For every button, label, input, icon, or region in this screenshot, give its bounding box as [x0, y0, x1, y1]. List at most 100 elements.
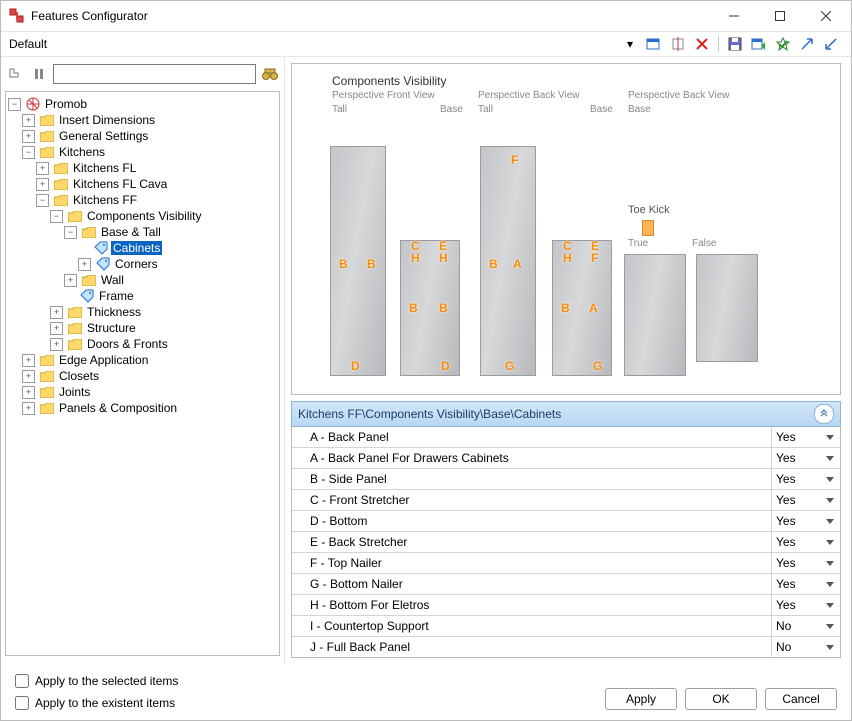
property-value-select[interactable]: Yes — [771, 574, 840, 594]
property-label: E - Back Stretcher — [292, 535, 771, 549]
expander-icon[interactable]: + — [50, 322, 63, 335]
tree-item-structure[interactable]: Structure — [85, 321, 138, 335]
tree-item-joints[interactable]: Joints — [57, 385, 92, 399]
tree-item-panels-composition[interactable]: Panels & Composition — [57, 401, 179, 415]
folder-icon — [39, 368, 55, 384]
property-value-select[interactable]: Yes — [771, 553, 840, 573]
tree-item-doors-fronts[interactable]: Doors & Fronts — [85, 337, 170, 351]
tree-item-thickness[interactable]: Thickness — [85, 305, 143, 319]
apply-selected-label: Apply to the selected items — [35, 674, 178, 688]
property-row: J - Full Back PanelNo — [292, 637, 840, 657]
toekick-true: True — [628, 238, 648, 249]
breadcrumb-bar: Kitchens FF\Components Visibility\Base\C… — [291, 401, 841, 427]
tree-item-kitchens-ff[interactable]: Kitchens FF — [71, 193, 139, 207]
property-value-select[interactable]: Yes — [771, 427, 840, 447]
tree-item-kitchens[interactable]: Kitchens — [57, 145, 107, 159]
window-minimize-button[interactable] — [711, 1, 757, 31]
property-label: D - Bottom — [292, 514, 771, 528]
titlebar: Features Configurator — [1, 1, 851, 32]
folder-icon — [67, 208, 83, 224]
cabinet-tall-front: BB D — [330, 146, 386, 376]
tree-root[interactable]: Promob — [43, 97, 89, 111]
tree-item-cabinets[interactable]: Cabinets — [111, 241, 162, 255]
folder-icon — [39, 112, 55, 128]
expander-icon[interactable]: − — [50, 210, 63, 223]
expander-icon[interactable]: + — [50, 306, 63, 319]
expander-icon[interactable]: + — [22, 114, 35, 127]
window-close-button[interactable] — [803, 1, 849, 31]
tree-expand-icon[interactable] — [5, 64, 25, 84]
expander-icon[interactable]: + — [22, 386, 35, 399]
tree-item-general-settings[interactable]: General Settings — [57, 129, 150, 143]
tree-item-corners[interactable]: Corners — [113, 257, 160, 271]
expander-icon[interactable]: − — [36, 194, 49, 207]
expander-icon[interactable]: + — [78, 258, 91, 271]
property-row: C - Front StretcherYes — [292, 490, 840, 511]
expander-icon[interactable]: + — [36, 162, 49, 175]
folder-icon — [81, 272, 97, 288]
expander-icon[interactable]: + — [22, 354, 35, 367]
tree-item-wall[interactable]: Wall — [99, 273, 126, 287]
expander-icon[interactable]: − — [22, 146, 35, 159]
tree-item-frame[interactable]: Frame — [97, 289, 136, 303]
save-icon[interactable] — [725, 34, 745, 54]
collapse-panel-icon[interactable] — [814, 404, 834, 424]
property-label: C - Front Stretcher — [292, 493, 771, 507]
cancel-button[interactable]: Cancel — [765, 688, 837, 710]
property-value-select[interactable]: Yes — [771, 595, 840, 615]
tree-item-insert-dimensions[interactable]: Insert Dimensions — [57, 113, 157, 127]
preview-col2-header: Perspective Back View — [478, 90, 580, 101]
expander-icon[interactable]: + — [64, 274, 77, 287]
search-input[interactable] — [53, 64, 256, 84]
rename-icon[interactable] — [668, 34, 688, 54]
preview-label-tall-2: Tall — [478, 104, 493, 115]
tree-view[interactable]: − Promob + Insert Dimensions + General Sett… — [5, 91, 280, 656]
confirm-icon[interactable] — [773, 34, 793, 54]
toekick-marker — [642, 220, 654, 236]
expander-icon[interactable]: + — [22, 130, 35, 143]
export-icon[interactable] — [749, 34, 769, 54]
property-value-select[interactable]: Yes — [771, 532, 840, 552]
ok-button[interactable]: OK — [685, 688, 757, 710]
tag-icon — [95, 256, 111, 272]
arrow-out-icon[interactable] — [821, 34, 841, 54]
preview-label-base-2: Base — [590, 104, 613, 115]
apply-selected-checkbox[interactable]: Apply to the selected items — [15, 674, 178, 688]
apply-existent-checkbox[interactable]: Apply to the existent items — [15, 696, 178, 710]
tree-item-components-visibility[interactable]: Components Visibility — [85, 209, 204, 223]
arrow-in-icon[interactable] — [797, 34, 817, 54]
folder-icon — [67, 336, 83, 352]
dropdown-arrow-icon[interactable]: ▾ — [620, 34, 640, 54]
expander-icon[interactable]: − — [64, 226, 77, 239]
property-row: G - Bottom NailerYes — [292, 574, 840, 595]
property-value-select[interactable]: Yes — [771, 448, 840, 468]
apply-button[interactable]: Apply — [605, 688, 677, 710]
expander-icon[interactable]: + — [22, 370, 35, 383]
tree-item-kitchens-fl-cava[interactable]: Kitchens FL Cava — [71, 177, 169, 191]
tree-item-kitchens-fl[interactable]: Kitchens FL — [71, 161, 138, 175]
expander-icon[interactable]: + — [50, 338, 63, 351]
property-row: A - Back Panel For Drawers CabinetsYes — [292, 448, 840, 469]
save-collection-icon[interactable] — [644, 34, 664, 54]
property-row: F - Top NailerYes — [292, 553, 840, 574]
folder-icon — [67, 320, 83, 336]
binoculars-icon[interactable] — [260, 64, 280, 84]
folder-icon — [53, 192, 69, 208]
tree-item-edge-application[interactable]: Edge Application — [57, 353, 150, 367]
tree-collapse-icon[interactable] — [29, 64, 49, 84]
property-value-select[interactable]: No — [771, 616, 840, 636]
property-value-select[interactable]: No — [771, 637, 840, 657]
window-maximize-button[interactable] — [757, 1, 803, 31]
expander-icon[interactable]: + — [22, 402, 35, 415]
preview-label-base-3: Base — [628, 104, 651, 115]
property-value-select[interactable]: Yes — [771, 511, 840, 531]
expander-icon[interactable]: − — [8, 98, 21, 111]
property-row: H - Bottom For EletrosYes — [292, 595, 840, 616]
preset-dropdown[interactable]: Default — [9, 37, 47, 51]
tree-item-base-tall[interactable]: Base & Tall — [99, 225, 163, 239]
property-value-select[interactable]: Yes — [771, 490, 840, 510]
expander-icon[interactable]: + — [36, 178, 49, 191]
tree-item-closets[interactable]: Closets — [57, 369, 101, 383]
property-value-select[interactable]: Yes — [771, 469, 840, 489]
delete-icon[interactable] — [692, 34, 712, 54]
